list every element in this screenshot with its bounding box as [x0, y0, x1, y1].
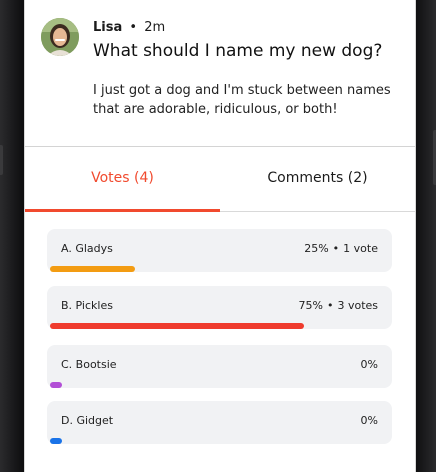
poll-option-percent: 25%: [304, 242, 329, 255]
phone-bezel-right: [414, 0, 436, 472]
poll-option-bar: [50, 382, 62, 388]
post-meta: Lisa • 2m: [93, 20, 165, 35]
post-title: What should I name my new dog?: [93, 41, 383, 61]
poll-option-bootsie[interactable]: C. Bootsie 0%: [47, 345, 392, 388]
post-time: 2m: [144, 20, 166, 35]
poll-option-dot: •: [326, 299, 334, 312]
poll-option-label: C. Bootsie: [61, 358, 117, 371]
poll-option-votes: 3 votes: [337, 299, 378, 312]
poll-option-stats: 0%: [361, 414, 378, 427]
poll-option-label: B. Pickles: [61, 299, 113, 312]
poll-option-label: A. Gladys: [61, 242, 113, 255]
poll-option-bar: [50, 266, 135, 272]
poll-option-dot: •: [332, 242, 340, 255]
poll-option-percent: 0%: [360, 414, 378, 427]
app-screen: Lisa • 2m What should I name my new dog?…: [24, 0, 416, 472]
poll-option-stats: 75% • 3 votes: [299, 299, 379, 312]
tab-votes[interactable]: Votes (4): [25, 147, 220, 212]
avatar[interactable]: [41, 18, 79, 56]
meta-separator: •: [129, 20, 138, 35]
poll-option-percent: 75%: [298, 299, 323, 312]
phone-bezel-left: [0, 0, 24, 472]
post-body: I just got a dog and I'm stuck between n…: [93, 83, 391, 117]
poll-option-gladys[interactable]: A. Gladys 25% • 1 vote: [47, 229, 392, 272]
poll-option-label: D. Gidget: [61, 414, 114, 427]
poll-option-pickles[interactable]: B. Pickles 75% • 3 votes: [47, 286, 392, 329]
poll-option-bar: [50, 323, 304, 329]
avatar-photo: [41, 18, 79, 56]
post-card: Lisa • 2m What should I name my new dog?…: [25, 0, 415, 146]
phone-side-button: [0, 145, 3, 175]
poll-option-gidget[interactable]: D. Gidget 0%: [47, 401, 392, 444]
poll-option-stats: 0%: [361, 358, 378, 371]
poll-option-bar: [50, 438, 62, 444]
author-name[interactable]: Lisa: [93, 20, 122, 35]
tab-comments[interactable]: Comments (2): [220, 147, 415, 212]
phone-frame: Lisa • 2m What should I name my new dog?…: [0, 0, 436, 472]
poll-option-stats: 25% • 1 vote: [304, 242, 378, 255]
poll-options: A. Gladys 25% • 1 vote B. Pickles 75% • 3 vo…: [25, 212, 415, 472]
tab-bar: Votes (4) Comments (2): [25, 147, 415, 212]
poll-option-percent: 0%: [360, 358, 378, 371]
poll-option-votes: 1 vote: [343, 242, 378, 255]
